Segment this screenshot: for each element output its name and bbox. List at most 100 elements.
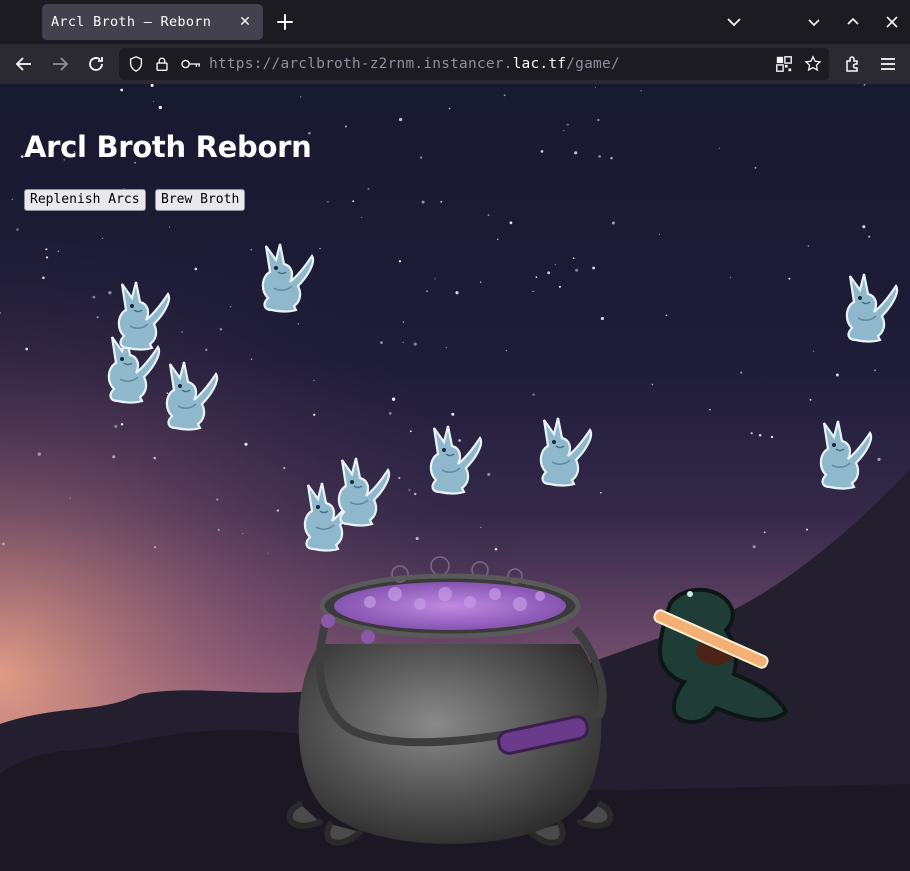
url-bar[interactable]: https://arclbroth-z2rnm.instancer.lac.tf… (119, 48, 829, 80)
star (242, 532, 244, 535)
star (11, 198, 13, 200)
star (344, 125, 348, 128)
tab-active[interactable]: Arcl Broth – Reborn ✕ (42, 4, 263, 40)
url-text[interactable]: https://arclbroth-z2rnm.instancer.lac.tf… (209, 56, 620, 72)
brew-broth-button[interactable]: Brew Broth (155, 189, 246, 211)
star (250, 248, 253, 251)
star (398, 477, 401, 480)
star (497, 238, 499, 240)
star (598, 155, 601, 158)
star (487, 472, 491, 476)
star (327, 201, 329, 203)
star (806, 528, 808, 531)
star (152, 101, 155, 103)
star (809, 398, 812, 401)
star (597, 118, 600, 122)
star (409, 430, 412, 433)
bookmark-star-icon[interactable] (804, 55, 822, 73)
star (367, 187, 370, 190)
star (509, 221, 513, 225)
star (283, 466, 286, 470)
star (57, 250, 60, 252)
minimize-icon[interactable] (804, 12, 824, 32)
star (479, 281, 482, 283)
star (120, 88, 124, 92)
star (448, 107, 451, 110)
tab-close-icon[interactable]: ✕ (236, 13, 254, 31)
star (181, 331, 183, 333)
star (835, 373, 839, 377)
star (158, 105, 162, 110)
reload-icon[interactable] (86, 54, 106, 74)
star (380, 341, 383, 344)
back-icon[interactable] (14, 54, 34, 74)
star (788, 277, 791, 280)
star (547, 271, 551, 275)
star (120, 423, 124, 426)
page-title: Arcl Broth Reborn (24, 130, 312, 164)
maximize-icon[interactable] (843, 12, 863, 32)
star (434, 278, 436, 280)
star (750, 432, 753, 435)
star (718, 147, 721, 149)
star (479, 526, 482, 528)
star (153, 456, 156, 460)
star (219, 328, 223, 331)
star (574, 151, 578, 155)
star (813, 350, 815, 352)
star (408, 488, 411, 492)
star (558, 285, 561, 288)
star (572, 257, 575, 260)
star (361, 216, 363, 218)
star (440, 200, 443, 203)
star (112, 455, 116, 459)
qr-code-icon[interactable] (775, 55, 793, 73)
star (96, 316, 99, 319)
star (205, 348, 208, 352)
key-icon[interactable] (180, 55, 202, 73)
star (575, 268, 579, 272)
star (402, 341, 404, 343)
star (770, 435, 774, 439)
star (16, 228, 19, 231)
forward-icon[interactable] (50, 54, 70, 74)
star (863, 84, 866, 86)
star (391, 397, 396, 401)
star (445, 346, 447, 349)
tab-list-chevron-icon[interactable] (724, 12, 744, 32)
star (426, 290, 428, 293)
star (877, 457, 881, 462)
star (415, 536, 419, 541)
star (413, 342, 417, 346)
shield-icon[interactable] (127, 55, 145, 73)
star (763, 531, 766, 534)
lock-icon[interactable] (153, 55, 171, 73)
star (169, 226, 171, 228)
star (276, 509, 280, 512)
star (244, 442, 248, 446)
star (659, 233, 661, 235)
star (807, 245, 810, 247)
star (313, 413, 316, 416)
star (414, 492, 417, 496)
tab-title: Arcl Broth – Reborn (51, 14, 212, 30)
star (754, 166, 757, 169)
star (194, 267, 198, 271)
star (108, 291, 112, 295)
cauldron-icon[interactable] (286, 556, 614, 846)
star (758, 433, 762, 437)
url-prefix: https://arclbroth-z2rnm.instancer. (209, 56, 513, 72)
star (592, 266, 595, 270)
url-domain: lac.tf (512, 56, 567, 72)
star (611, 221, 615, 225)
menu-icon[interactable] (878, 54, 898, 74)
replenish-arcs-button[interactable]: Replenish Arcs (24, 189, 146, 211)
close-window-icon[interactable] (882, 12, 902, 32)
star (535, 276, 538, 278)
new-tab-icon[interactable] (274, 11, 296, 33)
star (740, 371, 743, 374)
star (874, 369, 876, 372)
star (458, 439, 461, 442)
star (532, 393, 535, 396)
extensions-icon[interactable] (843, 54, 863, 74)
